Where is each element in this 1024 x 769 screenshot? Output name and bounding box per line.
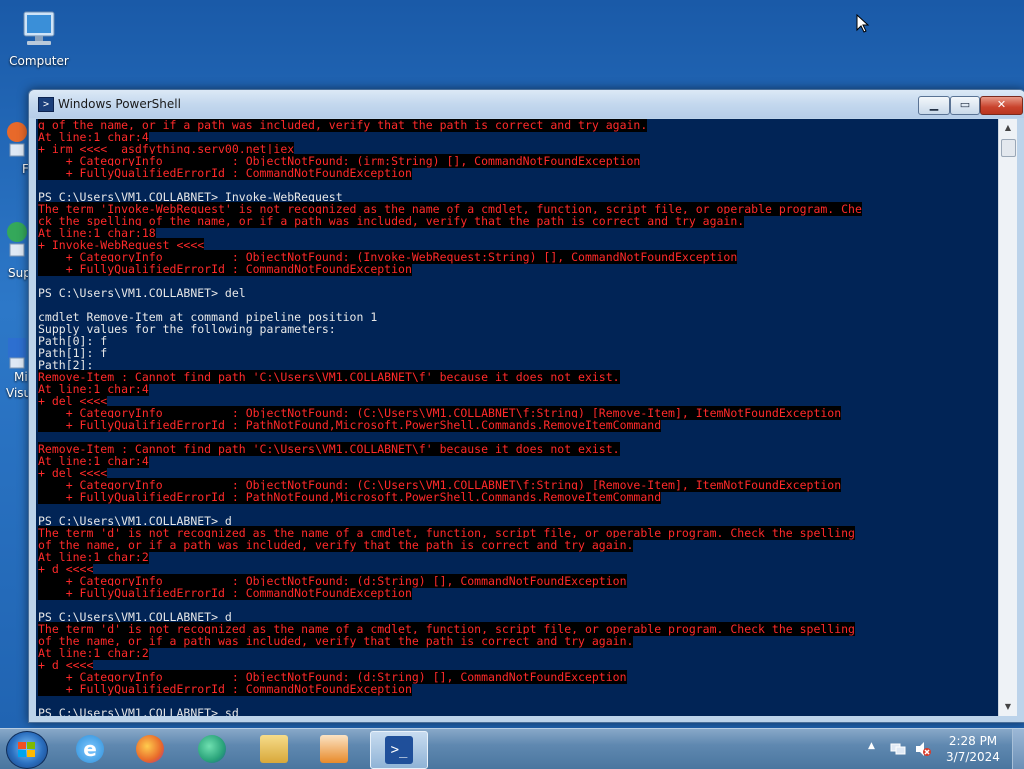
minimize-button[interactable]: ▁: [918, 96, 950, 115]
console-error-line: + FullyQualifiedErrorId : CommandNotFoun…: [38, 682, 412, 696]
computer-icon: [17, 10, 61, 50]
desktop-icon-label: Mi: [14, 370, 28, 384]
console-line-text: + FullyQualifiedErrorId : PathNotFound,M…: [38, 418, 662, 432]
minimize-icon: ▁: [929, 98, 939, 111]
powershell-window[interactable]: > Windows PowerShell ▁ ▭ ✕ g of the name…: [28, 89, 1024, 723]
desktop-icon-partial-2[interactable]: Sup: [6, 218, 31, 280]
taskbar-app-ie[interactable]: e: [62, 731, 118, 767]
taskbar-app-firefox[interactable]: [122, 731, 178, 767]
close-button[interactable]: ✕: [980, 96, 1023, 115]
clock-time: 2:28 PM: [948, 734, 998, 748]
console-output[interactable]: g of the name, or if a path was included…: [36, 119, 998, 716]
firefox-icon: [7, 122, 27, 157]
file-explorer-icon: [260, 735, 288, 763]
show-desktop-button[interactable]: [1012, 729, 1024, 769]
console-error-line: + FullyQualifiedErrorId : PathNotFound,M…: [38, 418, 662, 432]
desktop-icon-computer[interactable]: Computer: [4, 10, 74, 68]
visual-studio-icon: [8, 338, 26, 369]
mouse-cursor-icon: [856, 14, 870, 33]
firefox-icon: [136, 735, 164, 763]
powershell-icon: >_: [385, 736, 413, 764]
close-icon: ✕: [996, 98, 1007, 111]
console-line-text: + FullyQualifiedErrorId : CommandNotFoun…: [38, 586, 412, 600]
window-titlebar[interactable]: > Windows PowerShell ▁ ▭ ✕: [29, 90, 1024, 118]
console-line-text: PS C:\Users\VM1.COLLABNET> del: [38, 286, 246, 300]
desktop-icon-partial-3[interactable]: Mi Visu: [6, 336, 31, 400]
console-error-line: + FullyQualifiedErrorId : PathNotFound,M…: [38, 490, 662, 504]
console-line-text: + FullyQualifiedErrorId : PathNotFound,M…: [38, 490, 662, 504]
maximize-button[interactable]: ▭: [950, 96, 980, 115]
console-error-line: + FullyQualifiedErrorId : CommandNotFoun…: [38, 262, 412, 276]
internet-explorer-icon: e: [76, 735, 104, 763]
console-line-text: + FullyQualifiedErrorId : CommandNotFoun…: [38, 682, 412, 696]
system-clock[interactable]: 2:28 PM 3/7/2024: [940, 733, 1006, 765]
scroll-thumb[interactable]: [1001, 139, 1016, 157]
windows-logo-icon: [18, 742, 35, 757]
console-line-text: + FullyQualifiedErrorId : CommandNotFoun…: [38, 166, 412, 180]
maximize-icon: ▭: [959, 98, 971, 111]
taskbar-app-media[interactable]: [306, 731, 362, 767]
media-player-icon: [320, 735, 348, 763]
desktop-icon-partial-1[interactable]: F: [6, 118, 30, 176]
taskbar-app-powershell[interactable]: >_: [370, 731, 428, 769]
desktop-icon-label: Computer: [9, 54, 69, 68]
scroll-up-icon[interactable]: ▲: [1000, 120, 1016, 136]
console-line: PS C:\Users\VM1.COLLABNET> del: [38, 287, 246, 299]
console-line-text: + FullyQualifiedErrorId : CommandNotFoun…: [38, 262, 412, 276]
taskbar-app-edge[interactable]: [184, 731, 240, 767]
console-error-line: + FullyQualifiedErrorId : CommandNotFoun…: [38, 166, 412, 180]
console-line: PS C:\Users\VM1.COLLABNET> sd: [38, 707, 239, 716]
window-title: Windows PowerShell: [58, 97, 181, 111]
start-button[interactable]: [6, 731, 48, 769]
console-error-line: + FullyQualifiedErrorId : CommandNotFoun…: [38, 586, 412, 600]
vertical-scrollbar[interactable]: ▲ ▼: [998, 119, 1017, 716]
support-app-icon: [7, 222, 27, 257]
network-icon: [890, 743, 906, 755]
scroll-down-icon[interactable]: ▼: [1000, 699, 1016, 715]
console-line-text: PS C:\Users\VM1.COLLABNET> sd: [38, 706, 239, 716]
powershell-icon: >: [38, 97, 54, 112]
taskbar-app-explorer[interactable]: [246, 731, 302, 767]
clock-date: 3/7/2024: [946, 750, 1000, 764]
chevron-up-icon: ▲: [868, 741, 875, 751]
taskbar: e >_ ▲ 2:28 PM 3/7/2024: [0, 728, 1024, 769]
edge-icon: [198, 735, 226, 763]
volume-muted-icon: [916, 742, 931, 756]
